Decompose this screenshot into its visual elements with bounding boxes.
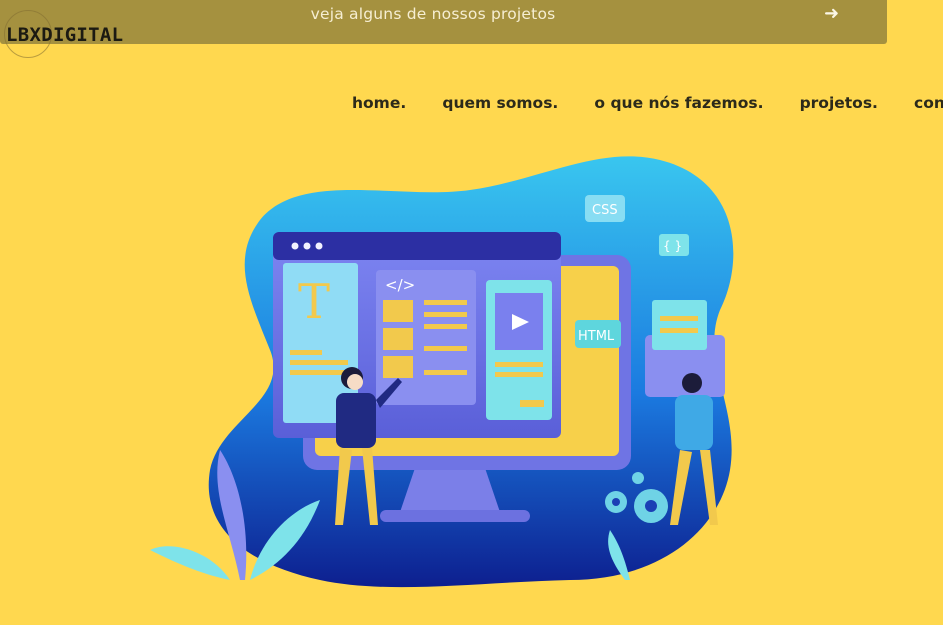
svg-text:CSS: CSS: [592, 203, 618, 218]
window-dot: [315, 242, 323, 250]
window-dot: [303, 242, 311, 250]
nav-home[interactable]: home.: [352, 94, 406, 112]
nav-quem-somos[interactable]: quem somos.: [442, 94, 558, 112]
monitor-base: [380, 510, 530, 522]
main-nav: home. quem somos. o que nós fazemos. pro…: [352, 93, 943, 112]
window-dot: [291, 242, 299, 250]
nav-projetos[interactable]: projetos.: [800, 94, 878, 112]
code-tag: </>: [385, 276, 415, 294]
nav-o-que-fazemos[interactable]: o que nós fazemos.: [594, 94, 763, 112]
text-glyph: T: [298, 274, 330, 330]
svg-text:HTML: HTML: [578, 329, 615, 344]
logo[interactable]: LBXDIGITAL: [4, 10, 144, 60]
arrow-right-icon[interactable]: ➜: [824, 3, 839, 24]
web-development-illustration: T </> CSS { } HTML: [150, 156, 734, 588]
svg-text:{ }: { }: [663, 239, 682, 253]
logo-text: LBXDIGITAL: [6, 24, 124, 46]
nav-contato[interactable]: contato: [914, 94, 943, 112]
